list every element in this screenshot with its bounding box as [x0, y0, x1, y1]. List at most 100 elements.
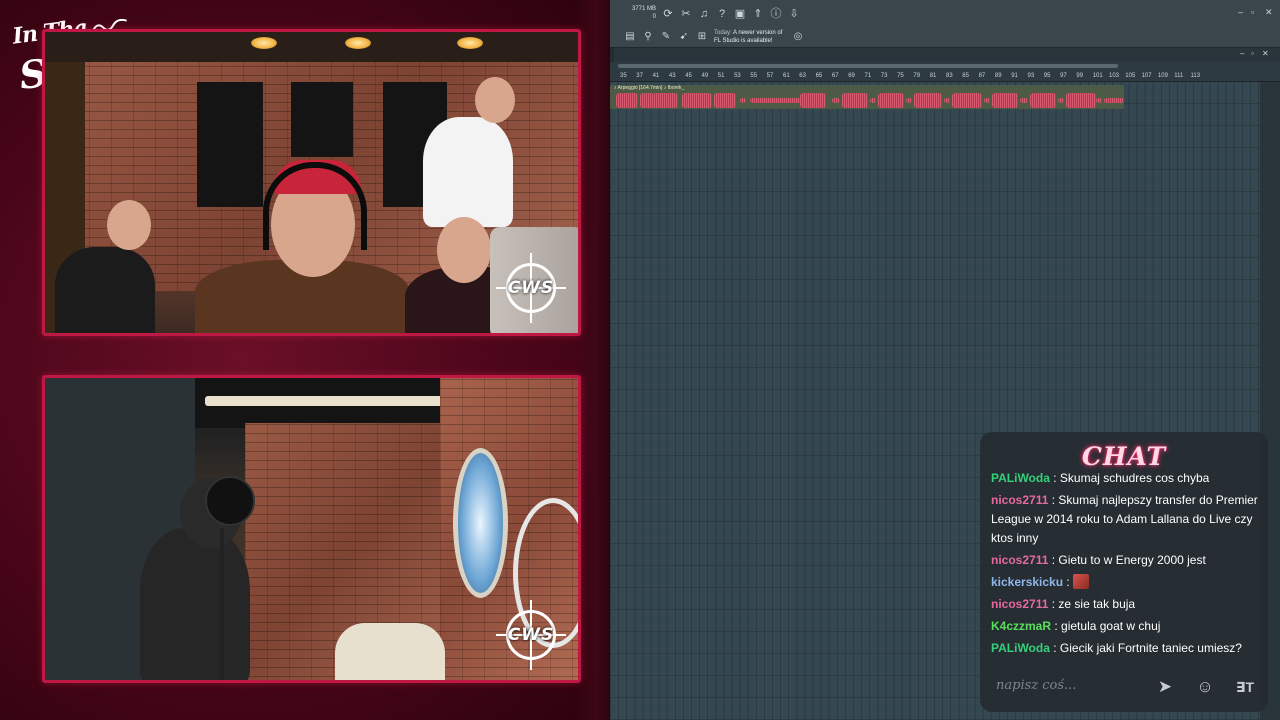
save-icon[interactable]: ▣ — [734, 8, 746, 20]
ruler-tick: 113 — [1190, 73, 1201, 79]
download-icon[interactable]: ⇩ — [788, 8, 800, 20]
chat-message: PALiWoda : Giecik jaki Fortnite taniec u… — [991, 639, 1266, 658]
ruler-tick: 99 — [1076, 73, 1084, 79]
webcam-bottom: CWS — [42, 375, 581, 683]
chat-username[interactable]: PALiWoda — [991, 641, 1050, 655]
ruler-tick: 79 — [913, 73, 921, 79]
chat-text: ze sie tak buja — [1058, 597, 1136, 611]
chat-messages: PALiWoda : Skumaj schudres cos chyba nico… — [991, 469, 1266, 661]
chat-title: CHAT — [1081, 442, 1167, 471]
waveform-segment — [1030, 93, 1056, 108]
update-notice[interactable]: Today: A newer version of FL Studio is a… — [714, 29, 798, 45]
timeline-ruler[interactable]: 35 37 41 43 45 49 51 53 55 57 61 63 65 67 69 71 73 75 79 81… — [610, 62, 1280, 82]
waveform-segment — [842, 93, 868, 108]
bits-icon[interactable]: ∃T — [1234, 676, 1256, 698]
folder-icon[interactable]: ▤ — [624, 31, 636, 43]
chat-separator: : — [1048, 553, 1059, 567]
ruler-tick: 41 — [652, 73, 660, 79]
plug-icon[interactable]: ⚲ — [642, 31, 654, 43]
ruler-tick: 93 — [1027, 73, 1035, 79]
waveform-segment — [952, 93, 982, 108]
round-window — [453, 448, 508, 598]
ruler-tick: 63 — [799, 73, 806, 79]
waveform-segment — [914, 93, 942, 108]
ruler-tick: 105 — [1125, 73, 1136, 79]
minimize-button[interactable]: – — [1238, 7, 1243, 17]
ruler-tick: 109 — [1157, 73, 1168, 79]
cws-watermark-text: CWS — [507, 278, 555, 298]
ceiling-light — [345, 37, 371, 49]
playlist-maximize-button[interactable]: ▫ — [1251, 49, 1254, 58]
notice-today: Today: — [714, 30, 732, 36]
refresh-icon[interactable]: ⟳ — [662, 8, 674, 20]
paint-icon[interactable]: ⊞ — [696, 31, 708, 43]
armchair — [335, 623, 445, 680]
chat-username[interactable]: nicos2711 — [991, 597, 1048, 611]
waveform-segment — [800, 93, 826, 108]
ruler-tick: 61 — [783, 73, 790, 79]
chat-text: Giecik jaki Fortnite taniec umiesz? — [1059, 641, 1242, 655]
ruler-tick: 83 — [946, 73, 953, 79]
waveform-segment — [682, 93, 712, 108]
ruler-tick: 35 — [620, 73, 627, 79]
info-icon[interactable]: ⓘ — [770, 8, 782, 20]
booth-light-strip — [205, 396, 455, 406]
ruler-tick: 85 — [962, 73, 969, 79]
chat-username[interactable]: kickerskicku — [991, 575, 1063, 589]
ruler-tick: 37 — [636, 73, 643, 79]
horizontal-scrollbar[interactable] — [618, 64, 1118, 68]
pen-icon[interactable]: ✎ — [660, 31, 672, 43]
chat-separator: : — [1051, 619, 1062, 633]
panel-edge-shadow — [576, 0, 610, 720]
chat-text: Gietu to w Energy 2000 jest — [1058, 553, 1206, 567]
waveform-segment — [870, 98, 876, 103]
ceiling-light — [457, 37, 483, 49]
mic-icon[interactable]: ♫ — [698, 8, 710, 20]
chat-message: PALiWoda : Skumaj schudres cos chyba — [991, 469, 1266, 488]
person-left — [55, 247, 155, 333]
waveform-segment — [1020, 98, 1028, 103]
waveform-segment — [984, 98, 990, 103]
ruler-tick: 97 — [1060, 73, 1067, 79]
notice-line-2: FL Studio is available! — [714, 38, 773, 44]
ceiling — [45, 32, 578, 62]
chat-text: Skumaj schudres cos chyba — [1059, 471, 1210, 485]
acoustic-panel — [197, 82, 263, 207]
chat-username[interactable]: nicos2711 — [991, 493, 1048, 507]
ruler-tick: 67 — [831, 73, 839, 79]
help-icon[interactable]: ? — [716, 8, 728, 20]
chat-message: kickerskicku : — [991, 573, 1266, 592]
maximize-button[interactable]: ▫ — [1251, 7, 1254, 17]
mic-stand — [220, 528, 224, 680]
ruler-tick: 111 — [1174, 73, 1184, 79]
ruler-tick: 107 — [1141, 73, 1152, 79]
close-button[interactable]: ✕ — [1265, 7, 1273, 18]
chat-username[interactable]: PALiWoda — [991, 471, 1050, 485]
ruler-tick: 69 — [848, 73, 855, 79]
chat-message: K4czzmaR : gietula goat w chuj — [991, 617, 1266, 636]
playlist-close-button[interactable]: ✕ — [1262, 49, 1269, 58]
waveform-segment — [652, 93, 678, 108]
ruler-tick: 75 — [897, 73, 904, 79]
chat-input[interactable]: napisz coś... — [996, 678, 1076, 693]
memory-label: 3771 MB — [631, 6, 656, 12]
webcam-top: CWS — [42, 29, 581, 336]
brush-icon[interactable]: ➹ — [678, 31, 690, 43]
memory-readout: 3771 MB 0 — [630, 5, 656, 21]
acoustic-panel — [291, 82, 353, 157]
chat-username[interactable]: nicos2711 — [991, 553, 1048, 567]
chat-username[interactable]: K4czzmaR — [991, 619, 1051, 633]
notice-line-1: A newer version of — [733, 30, 783, 36]
ceiling-light — [251, 37, 277, 49]
chat-emote-icon — [1073, 574, 1090, 589]
chat-separator: : — [1049, 641, 1060, 655]
playlist-minimize-button[interactable]: – — [1240, 49, 1244, 58]
waveform-segment — [616, 93, 638, 108]
send-icon[interactable]: ➤ — [1154, 676, 1176, 698]
globe-icon[interactable]: ◎ — [792, 31, 804, 43]
ruler-tick: 91 — [1011, 73, 1018, 79]
emoji-icon[interactable]: ☺ — [1194, 676, 1216, 698]
ruler-tick: 103 — [1109, 73, 1120, 79]
cut-icon[interactable]: ✂ — [680, 8, 692, 20]
rocket-icon[interactable]: ⇑ — [752, 8, 764, 20]
